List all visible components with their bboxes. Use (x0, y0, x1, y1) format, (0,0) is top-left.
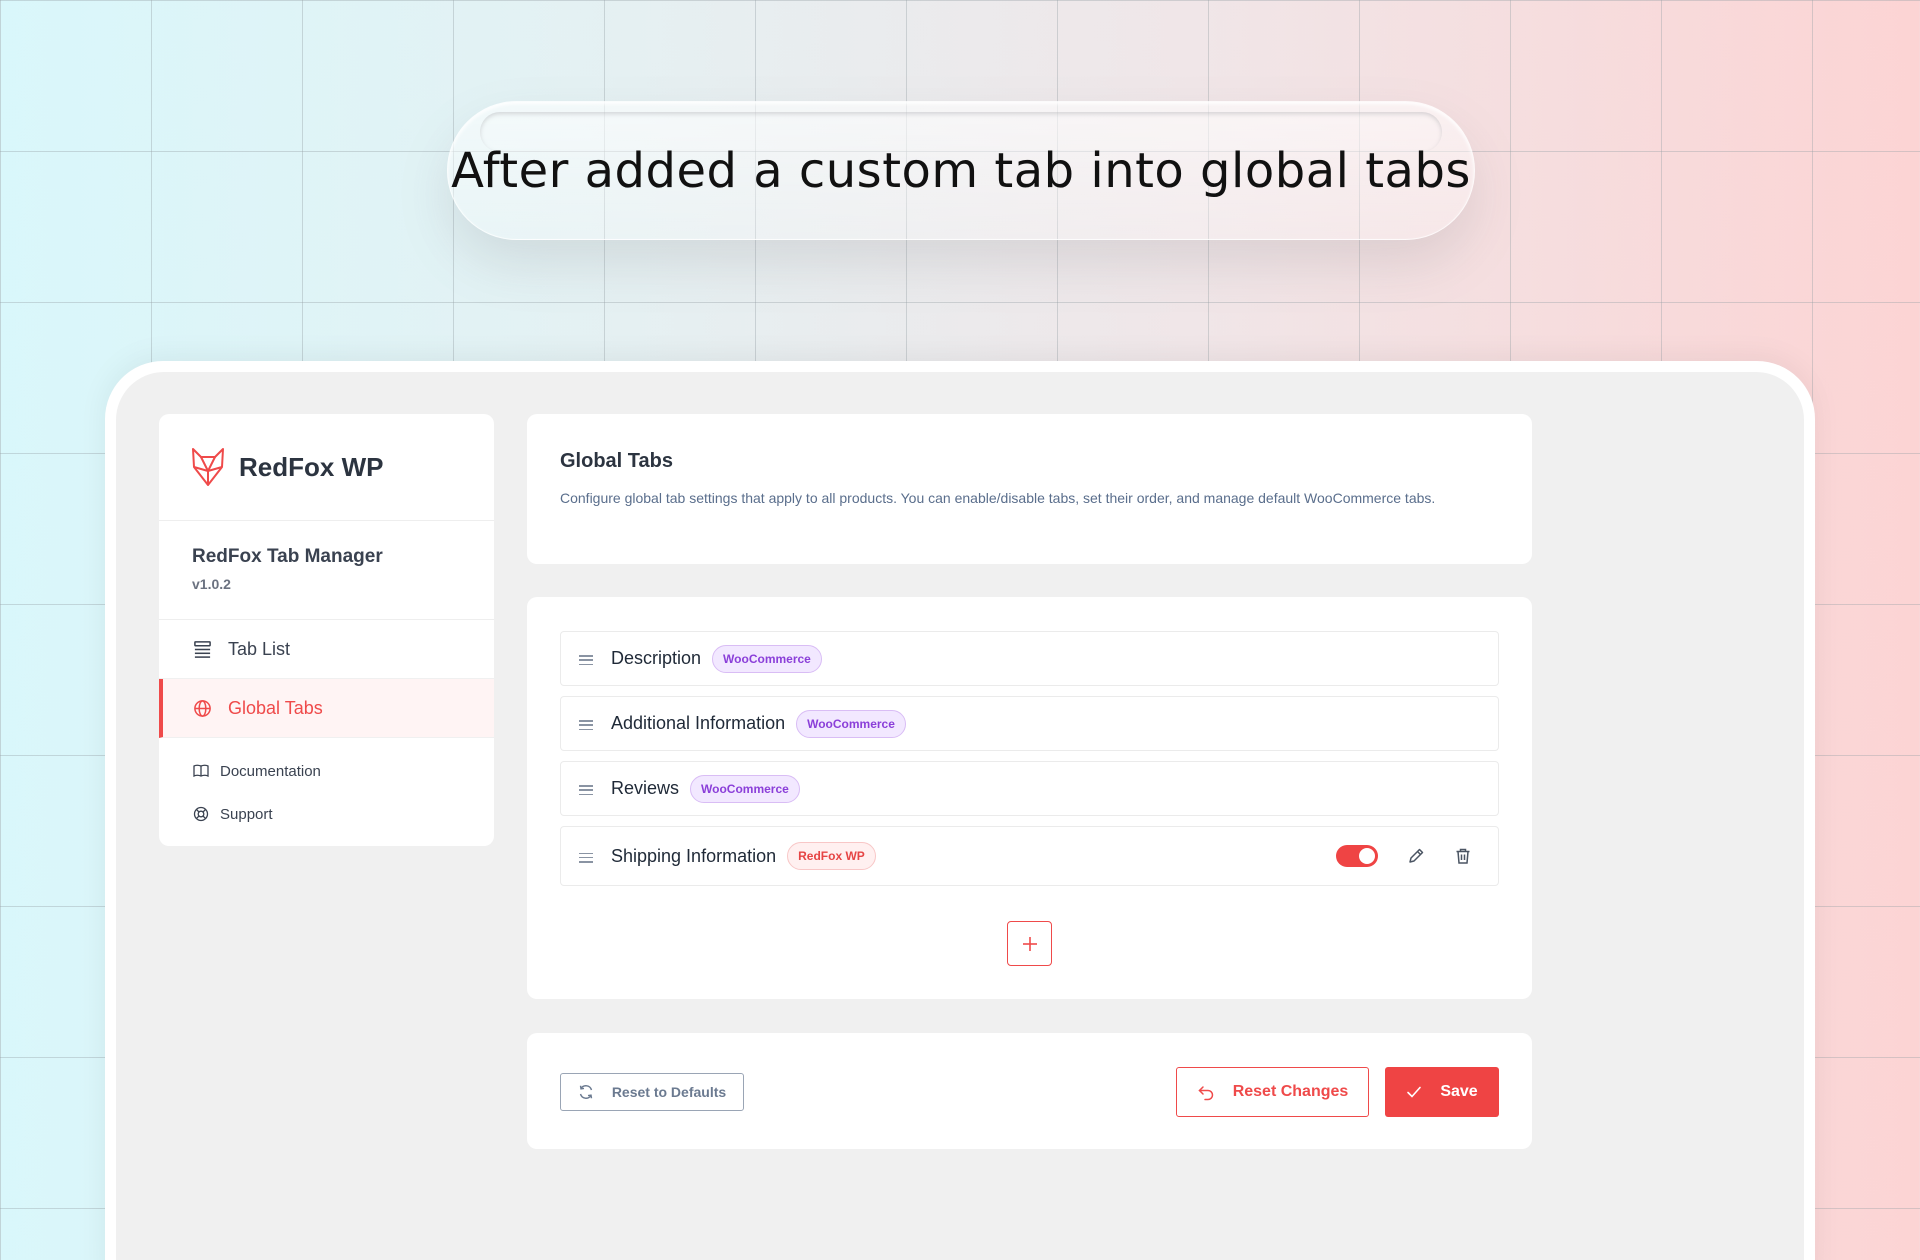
page-description: Configure global tab settings that apply… (560, 490, 1436, 506)
sidebar-links: Documentation Support (159, 738, 494, 825)
drag-handle-icon[interactable] (579, 655, 593, 665)
plus-icon (1022, 936, 1037, 951)
woocommerce-badge: WooCommerce (690, 774, 800, 803)
tab-row-reviews[interactable]: Reviews WooCommerce (560, 761, 1499, 816)
globe-icon (194, 699, 211, 717)
plugin-info: RedFox Tab Manager v1.0.2 (159, 521, 494, 620)
sidebar: RedFox WP RedFox Tab Manager v1.0.2 Tab … (159, 414, 494, 846)
refresh-icon (579, 1085, 593, 1099)
plugin-version: v1.0.2 (192, 576, 231, 592)
reset-to-defaults-button[interactable]: Reset to Defaults (560, 1073, 744, 1111)
sidebar-item-tab-list[interactable]: Tab List (159, 620, 494, 679)
edit-pencil-icon[interactable] (1407, 847, 1425, 865)
drag-handle-icon[interactable] (579, 852, 593, 863)
woocommerce-badge: WooCommerce (712, 644, 822, 673)
list-icon (194, 640, 211, 658)
add-tab-button[interactable] (1007, 921, 1052, 966)
tab-name: Additional Information (611, 713, 786, 733)
tab-name: Reviews (611, 778, 680, 798)
button-label: Reset to Defaults (611, 1084, 727, 1100)
trash-icon[interactable] (1454, 847, 1472, 865)
sidebar-item-label: Global Tabs (228, 697, 323, 718)
support-link[interactable]: Support (193, 803, 494, 825)
tab-row-additional-information[interactable]: Additional Information WooCommerce (560, 696, 1499, 751)
fox-logo-icon (192, 448, 224, 486)
link-label: Documentation (220, 762, 321, 780)
check-icon (1407, 1086, 1422, 1098)
woocommerce-badge: WooCommerce (796, 709, 906, 738)
plugin-name: RedFox Tab Manager (192, 546, 383, 567)
enable-toggle[interactable] (1336, 845, 1378, 867)
caption-text: After added a custom tab into global tab… (451, 142, 1471, 199)
book-icon (193, 764, 209, 778)
documentation-link[interactable]: Documentation (193, 760, 494, 782)
row-actions (1336, 827, 1472, 885)
tab-name: Shipping Information (611, 845, 777, 866)
undo-icon (1198, 1086, 1213, 1101)
button-label: Save (1440, 1083, 1478, 1100)
page-header-card: Global Tabs Configure global tab setting… (527, 414, 1532, 564)
actions-card: Reset to Defaults Reset Changes Save (527, 1033, 1532, 1149)
lifebuoy-icon (193, 806, 209, 822)
tab-row-shipping-information[interactable]: Shipping Information RedFox WP (560, 826, 1499, 886)
sidebar-item-label: Tab List (228, 638, 291, 659)
caption-banner: After added a custom tab into global tab… (447, 101, 1475, 240)
sidebar-item-global-tabs[interactable]: Global Tabs (159, 679, 494, 738)
drag-handle-icon[interactable] (579, 720, 593, 730)
tabs-list-card: Description WooCommerce Additional Infor… (527, 597, 1532, 999)
save-button[interactable]: Save (1385, 1067, 1499, 1117)
reset-changes-button[interactable]: Reset Changes (1176, 1067, 1369, 1117)
tab-row-description[interactable]: Description WooCommerce (560, 631, 1499, 686)
button-label: Reset Changes (1232, 1083, 1349, 1100)
brand: RedFox WP (159, 414, 494, 521)
link-label: Support (220, 805, 273, 823)
page-title: Global Tabs (560, 450, 673, 472)
tab-name: Description (611, 648, 702, 668)
drag-handle-icon[interactable] (579, 785, 593, 795)
brand-name: RedFox WP (239, 451, 384, 482)
redfox-badge: RedFox WP (787, 842, 876, 870)
